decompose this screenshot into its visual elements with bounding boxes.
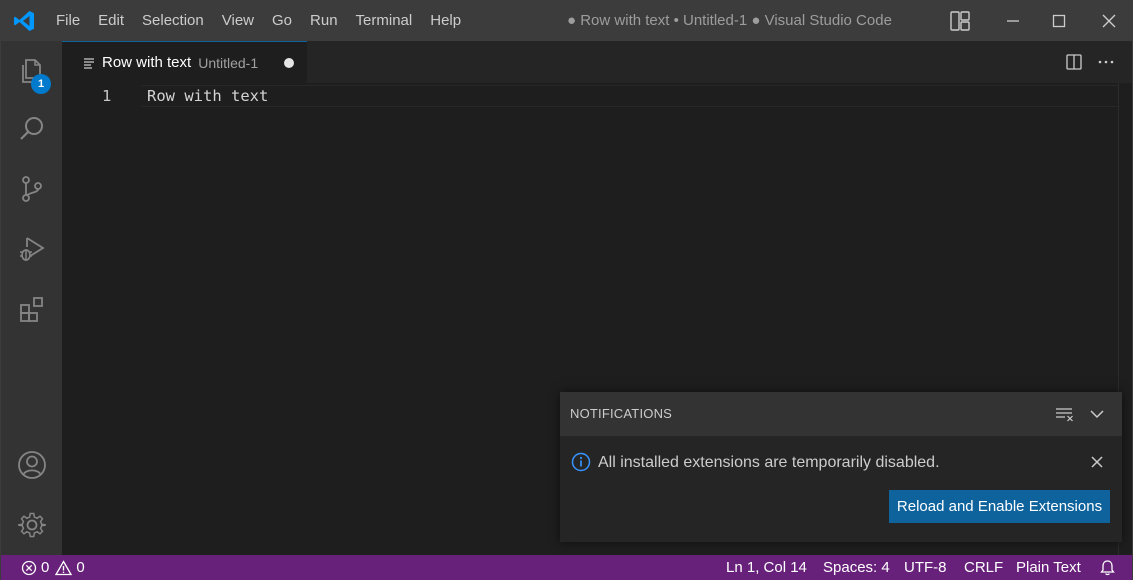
activity-settings[interactable] bbox=[1, 497, 62, 553]
menu-help[interactable]: Help bbox=[421, 1, 470, 41]
language-mode[interactable]: Plain Text bbox=[1016, 555, 1081, 580]
warning-icon bbox=[55, 559, 73, 575]
encoding-setting[interactable]: UTF-8 bbox=[904, 555, 947, 580]
cursor-position[interactable]: Ln 1, Col 14 bbox=[726, 555, 807, 580]
menu-view[interactable]: View bbox=[213, 1, 263, 41]
title-bar: File Edit Selection View Go Run Terminal… bbox=[1, 1, 1132, 41]
maximize-icon bbox=[1052, 14, 1066, 28]
chevron-down-icon bbox=[1090, 410, 1104, 419]
info-icon bbox=[571, 452, 591, 472]
tab-description: Untitled-1 bbox=[198, 54, 259, 71]
maximize-button[interactable] bbox=[1036, 1, 1082, 41]
more-actions-button[interactable] bbox=[1090, 41, 1122, 83]
error-count: 0 bbox=[41, 559, 50, 576]
minimize-button[interactable] bbox=[990, 1, 1036, 41]
close-icon bbox=[1102, 14, 1116, 28]
eol-setting[interactable]: CRLF bbox=[964, 555, 1003, 580]
current-line-highlight bbox=[142, 85, 1118, 107]
split-editor-button[interactable] bbox=[1058, 41, 1090, 83]
notification-message: All installed extensions are temporarily… bbox=[598, 454, 940, 471]
activity-search[interactable] bbox=[1, 101, 62, 157]
menu-file[interactable]: File bbox=[47, 1, 89, 41]
search-icon bbox=[19, 117, 43, 140]
notification-header-title: NOTIFICATIONS bbox=[570, 406, 673, 421]
menu-run[interactable]: Run bbox=[301, 1, 347, 41]
activity-accounts[interactable] bbox=[1, 437, 62, 493]
explorer-badge: 1 bbox=[31, 74, 51, 94]
run-debug-icon bbox=[19, 237, 45, 261]
warning-count: 0 bbox=[76, 559, 85, 576]
settings-gear-icon bbox=[17, 512, 46, 538]
menu-selection[interactable]: Selection bbox=[133, 1, 213, 41]
problems-indicator[interactable]: 0 0 bbox=[21, 555, 85, 580]
activity-extensions[interactable] bbox=[1, 281, 62, 337]
unsaved-dot-icon[interactable] bbox=[284, 58, 294, 68]
notifications-bell[interactable] bbox=[1099, 559, 1116, 576]
indentation-setting[interactable]: Spaces: 4 bbox=[823, 555, 890, 580]
menu-edit[interactable]: Edit bbox=[89, 1, 133, 41]
source-control-icon bbox=[21, 176, 42, 202]
close-notification-button[interactable] bbox=[1085, 450, 1109, 474]
menu-bar: File Edit Selection View Go Run Terminal… bbox=[47, 1, 470, 41]
status-bar: 0 0 Ln 1, Col 14 Spaces: 4 UTF-8 CRLF Pl… bbox=[1, 555, 1132, 580]
clear-all-notifications-button[interactable] bbox=[1051, 400, 1079, 428]
hide-notifications-button[interactable] bbox=[1083, 400, 1111, 428]
menu-go[interactable]: Go bbox=[263, 1, 301, 41]
accounts-icon bbox=[17, 451, 46, 479]
tab-untitled-1[interactable]: Row with text Untitled-1 bbox=[62, 41, 307, 83]
reload-enable-extensions-button[interactable]: Reload and Enable Extensions bbox=[889, 490, 1110, 523]
activity-bar: 1 bbox=[1, 41, 62, 555]
layout-icon bbox=[950, 11, 970, 31]
notification-center: NOTIFICATIONS All installed extensions a… bbox=[560, 392, 1122, 542]
menu-terminal[interactable]: Terminal bbox=[347, 1, 422, 41]
clear-all-icon bbox=[1056, 408, 1073, 422]
extensions-icon bbox=[19, 297, 43, 322]
error-icon bbox=[21, 560, 37, 575]
ellipsis-icon bbox=[1098, 60, 1114, 64]
vscode-logo-icon bbox=[14, 11, 34, 31]
activity-run-debug[interactable] bbox=[1, 221, 62, 277]
close-window-button[interactable] bbox=[1086, 1, 1132, 41]
text-file-icon bbox=[84, 57, 94, 69]
customize-layout-button[interactable] bbox=[937, 1, 983, 41]
tab-label: Row with text bbox=[102, 54, 192, 71]
editor-tabs: Row with text Untitled-1 bbox=[62, 41, 1132, 83]
bell-icon bbox=[1100, 560, 1115, 576]
notification-header: NOTIFICATIONS bbox=[560, 392, 1122, 436]
window-title: ● Row with text • Untitled-1 ● Visual St… bbox=[567, 12, 892, 29]
split-editor-icon bbox=[1066, 54, 1082, 70]
activity-source-control[interactable] bbox=[1, 161, 62, 217]
activity-explorer[interactable]: 1 bbox=[1, 43, 62, 99]
vscode-window: File Edit Selection View Go Run Terminal… bbox=[0, 0, 1133, 580]
code-line[interactable]: Row with text bbox=[147, 86, 268, 106]
minimize-icon bbox=[1007, 20, 1019, 22]
close-icon bbox=[1091, 456, 1103, 468]
line-number: 1 bbox=[102, 87, 112, 105]
